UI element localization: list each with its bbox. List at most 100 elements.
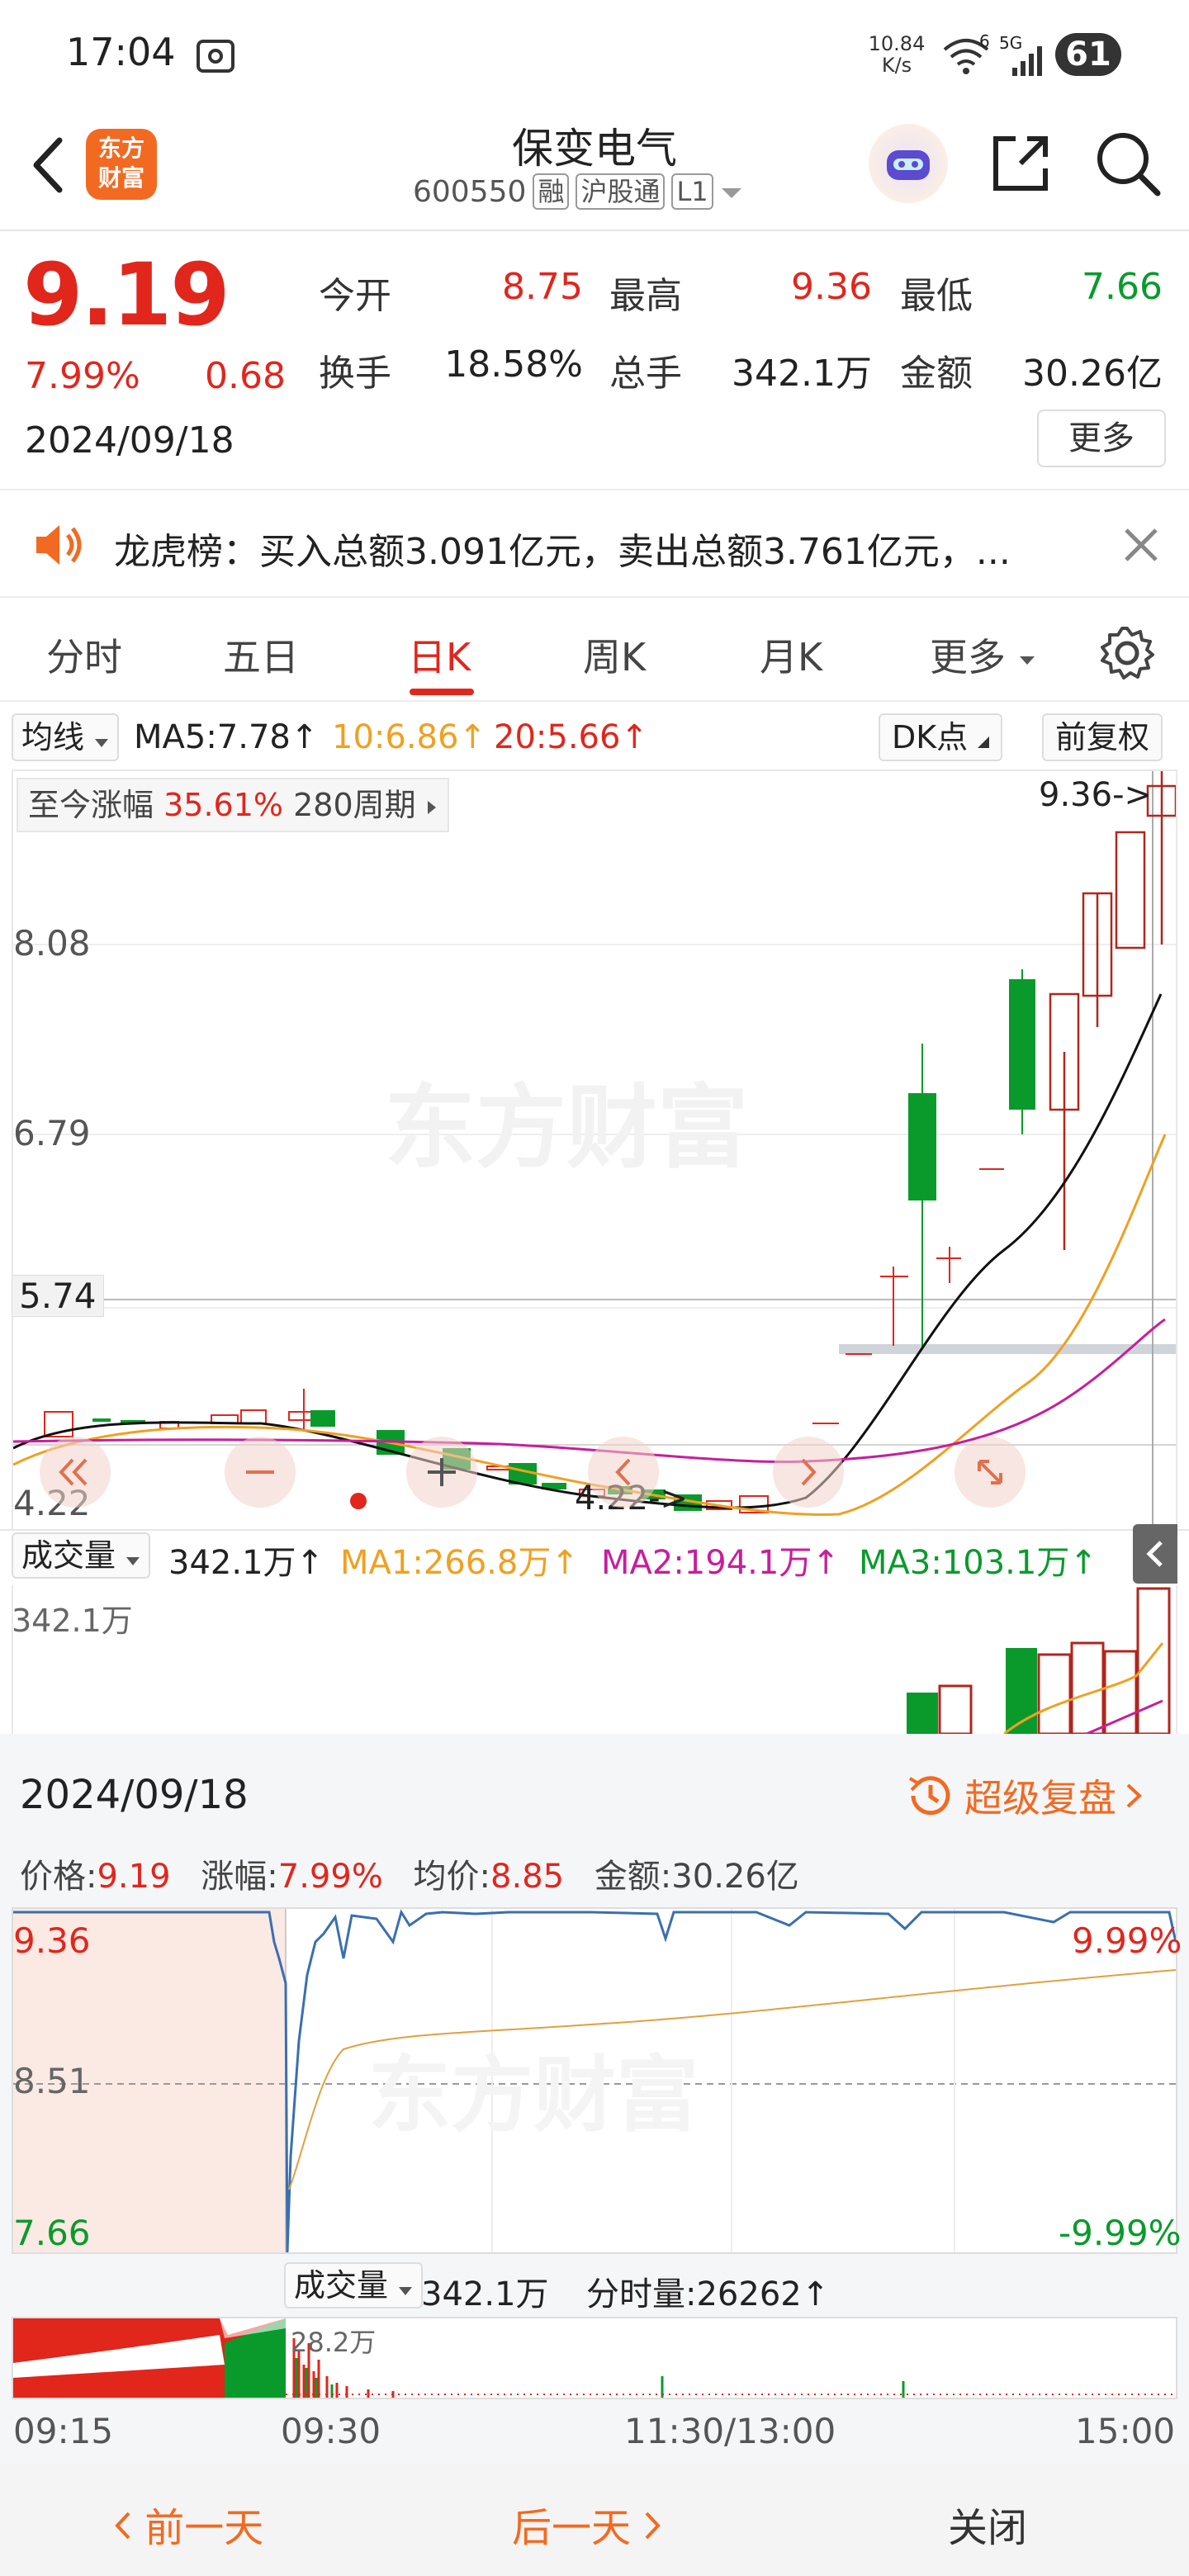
period-count: 280周期	[293, 787, 416, 823]
volume-ma1-text: MA1:266.8万	[340, 1544, 552, 1582]
ma20-text: 20:5.66	[494, 718, 621, 756]
tag-connect: 沪股通	[576, 173, 666, 210]
ma10-value: 10:6.86↑	[332, 718, 486, 756]
scroll-right-button[interactable]	[773, 1437, 844, 1508]
more-quote-button[interactable]: 更多	[1037, 410, 1166, 467]
signal-dot	[350, 1493, 367, 1509]
stock-code: 600550	[413, 174, 527, 209]
tick-volume-value: 26262	[696, 2275, 802, 2313]
ma5-value: MA5:7.78↑	[134, 718, 319, 756]
period-change-box[interactable]: 至今涨幅 35.61% 280周期	[17, 778, 449, 832]
caret-down-icon[interactable]	[720, 175, 743, 209]
volume-label: 总手	[609, 353, 682, 395]
high-value: 9.36	[791, 266, 872, 308]
replay-amount-label: 金额:	[594, 1858, 672, 1896]
volume-divider	[0, 1529, 1189, 1531]
volume-ma3-text: MA3:103.1万	[859, 1544, 1070, 1582]
replay-price-label: 价格:	[20, 1858, 97, 1896]
stock-subtitle[interactable]: 600550 融 沪股通 L1	[413, 173, 743, 210]
speaker-icon	[33, 522, 86, 568]
collapse-panel-button[interactable]	[1133, 1524, 1177, 1584]
notice-text[interactable]: 龙虎榜：买入总额3.091亿元，卖出总额3.761亿元，...	[114, 522, 1055, 575]
amount-label: 金额	[900, 353, 973, 395]
quote-date: 2024/09/18	[25, 419, 234, 462]
zoom-out-button[interactable]	[225, 1437, 296, 1508]
prev-day-button[interactable]: 前一天	[112, 2495, 263, 2553]
intraday-volume-svg	[13, 2318, 1176, 2398]
turnover-label: 换手	[319, 353, 391, 395]
intraday-volume-peak: 28.2万	[291, 2327, 377, 2358]
settings-gear-icon[interactable]	[1098, 624, 1156, 682]
volume-svg	[907, 1587, 1171, 1735]
notice-divider	[0, 596, 1189, 598]
kline-chart[interactable]: 东方财富	[12, 769, 1177, 1529]
turnover-value: 18.58%	[444, 343, 583, 386]
share-icon[interactable]	[988, 130, 1054, 197]
intraday-svg: 东方财富	[13, 1909, 1177, 2253]
scroll-left-button[interactable]	[588, 1437, 659, 1508]
zoom-in-button[interactable]	[406, 1437, 477, 1508]
super-replay-link[interactable]: 超级复盘	[905, 1769, 1143, 1823]
svg-text:东方财富: 东方财富	[368, 2047, 699, 2143]
volume-current: 342.1万↑	[168, 1544, 324, 1582]
battery-indicator: 61	[1055, 33, 1121, 76]
volume-axis-top: 342.1万	[12, 1603, 133, 1639]
prev-day-label: 前一天	[144, 2505, 264, 2551]
next-day-button[interactable]: 后一天	[512, 2495, 663, 2553]
tab-five-day[interactable]: 五日	[223, 627, 299, 682]
net-speed-unit: K/s	[881, 54, 912, 77]
time-label-open: 09:15	[13, 2411, 114, 2451]
tag-level: L1	[671, 173, 713, 210]
tabs-divider	[0, 700, 1189, 702]
assistant-avatar[interactable]	[869, 124, 948, 203]
volume-chart[interactable]	[12, 1585, 1177, 1735]
replay-change: 7.99%	[277, 1858, 383, 1896]
volume-ma3: MA3:103.1万↑	[859, 1544, 1097, 1582]
close-replay-button[interactable]: 关闭	[948, 2495, 1027, 2553]
net-speed: 10.84 K/s	[864, 33, 930, 76]
replay-date: 2024/09/18	[20, 1772, 249, 1818]
header-divider	[0, 230, 1189, 231]
intraday-volume-value: 342.1万	[421, 2275, 549, 2313]
tag-margin: 融	[533, 173, 570, 210]
fullscreen-button[interactable]	[955, 1437, 1026, 1508]
replay-avg-label: 均价:	[413, 1858, 491, 1896]
intraday-pct-top: 9.99%	[1072, 1920, 1182, 1961]
high-marker: 9.36->	[1039, 776, 1153, 814]
tick-volume-label: 分时量:	[586, 2275, 697, 2313]
ma10-text: 10:6.86	[332, 718, 459, 756]
change-amount: 0.68	[205, 355, 286, 397]
screenshot-icon	[195, 36, 236, 76]
tab-intraday[interactable]: 分时	[46, 627, 122, 682]
tab-daily-k[interactable]: 日K	[408, 627, 471, 682]
adjust-button[interactable]: 前复权	[1042, 713, 1163, 761]
dk-point-button[interactable]: DK点	[879, 713, 1003, 761]
time-label-continuous: 09:30	[281, 2411, 381, 2451]
intraday-volume-selector[interactable]: 成交量	[284, 2262, 424, 2308]
close-notice-icon[interactable]	[1121, 525, 1161, 565]
tab-weekly-k[interactable]: 周K	[583, 627, 646, 682]
next-day-label: 后一天	[512, 2505, 632, 2551]
quote-divider	[0, 489, 1189, 490]
tab-monthly-k[interactable]: 月K	[760, 627, 822, 682]
volume-selector[interactable]: 成交量	[12, 1532, 151, 1579]
intraday-y-mid: 8.51	[13, 2061, 91, 2101]
ma5-text: MA5:7.78	[134, 718, 291, 756]
volume-selector-label: 成交量	[21, 1537, 116, 1574]
intraday-y-top: 9.36	[13, 1920, 91, 1961]
search-icon[interactable]	[1093, 129, 1163, 198]
intraday-chart[interactable]: 东方财富	[12, 1907, 1177, 2254]
ma-selector[interactable]: 均线	[12, 713, 120, 761]
amount-value: 30.26亿	[1022, 353, 1163, 395]
scroll-left-fast-button[interactable]	[40, 1437, 111, 1508]
status-time: 17:04	[66, 30, 176, 74]
cell-signal-icon: 5G	[999, 33, 1047, 76]
active-tab-indicator	[410, 689, 474, 695]
tab-more[interactable]: 更多	[930, 627, 1036, 682]
open-value: 8.75	[502, 266, 583, 308]
high-label: 最高	[609, 275, 682, 317]
change-percent: 7.99%	[25, 355, 140, 397]
period-pct: 35.61%	[163, 787, 284, 823]
super-replay-label: 超级复盘	[964, 1776, 1116, 1821]
intraday-volume-chart[interactable]	[12, 2317, 1177, 2399]
